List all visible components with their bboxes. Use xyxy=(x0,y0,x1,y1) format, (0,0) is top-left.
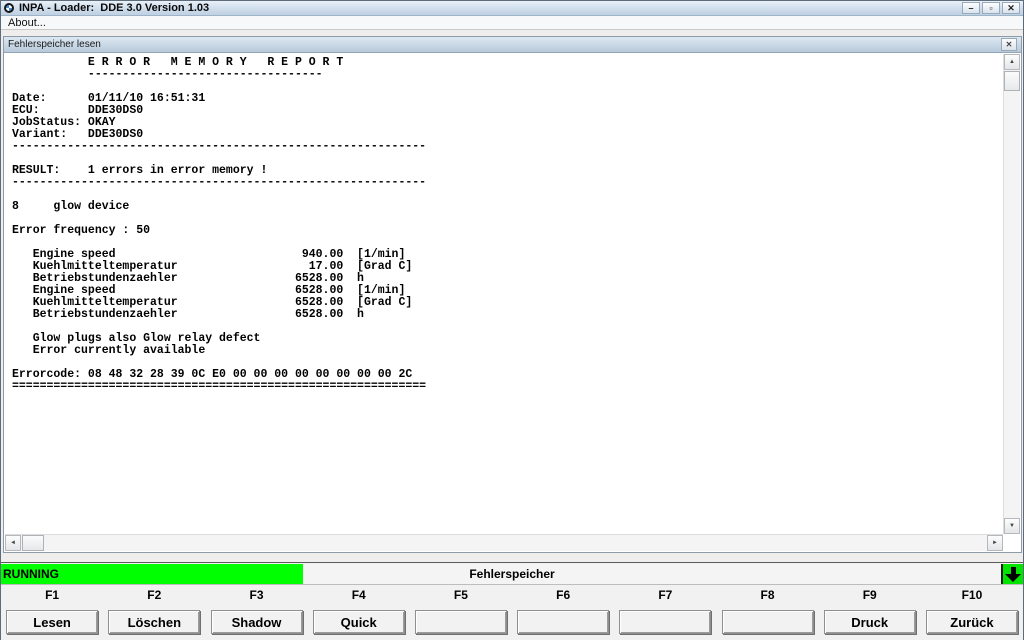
mdi-client-area: Fehlerspeicher lesen ✕ E R R O R M E M O… xyxy=(1,30,1023,563)
function-button-row: Lesen Löschen Shadow Quick Druck Zurück xyxy=(1,605,1023,640)
minimize-button[interactable]: – xyxy=(962,2,980,14)
fkey-label-f6: F6 xyxy=(556,588,570,602)
scroll-down-icon[interactable]: ▼ xyxy=(1004,518,1020,534)
child-close-icon[interactable]: ✕ xyxy=(1001,38,1017,51)
fehlerspeicher-child-window: Fehlerspeicher lesen ✕ E R R O R M E M O… xyxy=(3,36,1022,553)
horizontal-scroll-thumb[interactable] xyxy=(22,535,44,551)
child-title-bar[interactable]: Fehlerspeicher lesen ✕ xyxy=(4,37,1021,53)
menu-bar: About... xyxy=(1,16,1023,30)
zurueck-button[interactable]: Zurück xyxy=(926,610,1018,634)
fkey-label-f5: F5 xyxy=(454,588,468,602)
fkey-label-f4: F4 xyxy=(352,588,366,602)
fkey-label-f7: F7 xyxy=(658,588,672,602)
function-key-label-row: F1 F2 F3 F4 F5 F6 F7 F8 F9 F10 xyxy=(1,585,1023,605)
scroll-left-icon[interactable]: ◄ xyxy=(5,535,21,551)
f7-button-empty[interactable] xyxy=(619,610,711,634)
maximize-button[interactable]: ▫ xyxy=(982,2,1000,14)
lesen-button[interactable]: Lesen xyxy=(6,610,98,634)
scroll-right-icon[interactable]: ► xyxy=(987,535,1003,551)
f5-button-empty[interactable] xyxy=(415,610,507,634)
vertical-scroll-thumb[interactable] xyxy=(1004,71,1020,91)
error-memory-report-text: E R R O R M E M O R Y R E P O R T ------… xyxy=(12,57,426,393)
status-bar: RUNNING Fehlerspeicher xyxy=(1,564,1023,585)
inpa-main-window: INPA - Loader: DDE 3.0 Version 1.03 – ▫ … xyxy=(0,0,1024,640)
menu-item-about[interactable]: About... xyxy=(1,17,53,29)
f6-button-empty[interactable] xyxy=(517,610,609,634)
down-arrow-head xyxy=(1005,574,1021,582)
scroll-up-icon[interactable]: ▲ xyxy=(1004,54,1020,70)
fkey-label-f3: F3 xyxy=(250,588,264,602)
bmw-roundel-icon[interactable] xyxy=(4,3,14,13)
status-screen-title: Fehlerspeicher xyxy=(1,564,1023,584)
quick-button[interactable]: Quick xyxy=(313,610,405,634)
fkey-label-f10: F10 xyxy=(962,588,983,602)
child-window-title: Fehlerspeicher lesen xyxy=(8,39,101,50)
report-viewport: E R R O R M E M O R Y R E P O R T ------… xyxy=(5,54,1020,551)
vertical-scrollbar[interactable]: ▲ ▼ xyxy=(1003,54,1020,534)
fkey-label-f8: F8 xyxy=(761,588,775,602)
title-bar[interactable]: INPA - Loader: DDE 3.0 Version 1.03 – ▫ … xyxy=(1,1,1023,16)
down-arrow-stem xyxy=(1011,567,1016,574)
close-button[interactable]: ✕ xyxy=(1002,2,1020,14)
fkey-label-f1: F1 xyxy=(45,588,59,602)
loeschen-button[interactable]: Löschen xyxy=(108,610,200,634)
f8-button-empty[interactable] xyxy=(722,610,814,634)
fkey-label-f9: F9 xyxy=(863,588,877,602)
window-controls: – ▫ ✕ xyxy=(962,2,1020,14)
shadow-button[interactable]: Shadow xyxy=(211,610,303,634)
window-title: INPA - Loader: DDE 3.0 Version 1.03 xyxy=(19,2,209,14)
druck-button[interactable]: Druck xyxy=(824,610,916,634)
fkey-label-f2: F2 xyxy=(147,588,161,602)
green-down-arrow-icon xyxy=(1001,564,1023,584)
horizontal-scrollbar[interactable]: ◄ ► xyxy=(5,534,1003,551)
